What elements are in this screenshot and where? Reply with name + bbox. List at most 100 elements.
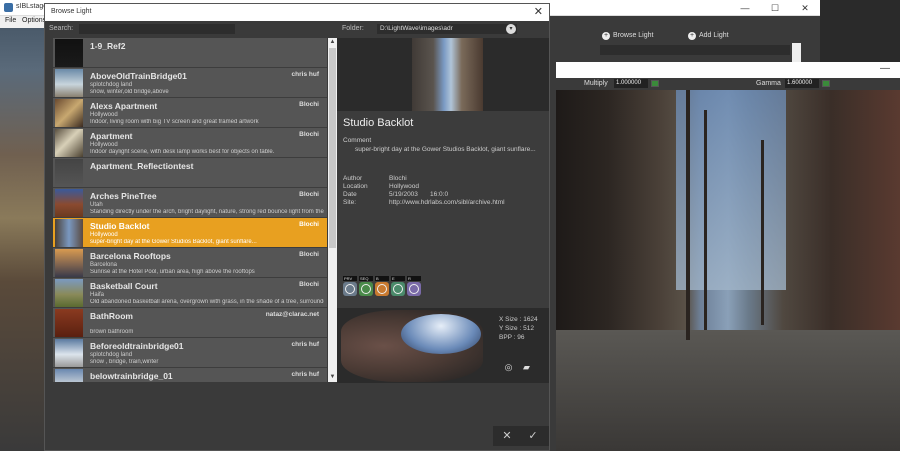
item-author: Blochi (299, 251, 319, 258)
badge-icon (407, 282, 421, 296)
background-preview-strip (0, 28, 44, 451)
item-name: AboveOldTrainBridge01 (90, 71, 187, 81)
item-description: snow , bridge, train,winter (90, 359, 159, 365)
minimize-icon[interactable]: — (730, 0, 760, 16)
detail-thumbnail-area (337, 38, 549, 111)
app-icon (4, 3, 13, 12)
close-icon[interactable]: ✕ (534, 5, 543, 18)
item-description: brown bathroom (90, 329, 134, 335)
badge-r[interactable]: R (407, 276, 421, 298)
item-thumbnail (55, 129, 83, 157)
item-thumbnail (55, 279, 83, 307)
list-item[interactable]: Barcelona Rooftops Blochi Barcelona Sunrise… (53, 248, 327, 278)
folder-label: Folder: (342, 25, 364, 32)
item-name: Apartment_Reflectiontest (90, 161, 194, 171)
badge-b[interactable]: B (375, 276, 389, 298)
menu-options[interactable]: Options (22, 17, 46, 24)
browse-light-button[interactable]: + Browse Light (602, 32, 653, 42)
badge-prv[interactable]: PRV (343, 276, 357, 298)
list-item[interactable]: BathRoom nataz@clarac.net brown bathroom (53, 308, 327, 338)
badge-icon (359, 282, 373, 296)
site-link[interactable]: http://www.hdrlabs.com/sibl/archive.html (389, 199, 505, 206)
plus-icon: + (602, 32, 610, 40)
scroll-up-icon[interactable]: ▲ (328, 38, 337, 47)
light-list-scrollbar[interactable] (792, 43, 801, 63)
cancel-button[interactable]: ✕ (499, 429, 515, 443)
location-label: Location (343, 183, 368, 190)
item-description: Standing directly under the arch, bright… (90, 209, 324, 215)
multiply-swatch[interactable] (651, 80, 659, 87)
list-item[interactable]: belowtrainbridge_01chris hufsplotchdog l… (53, 368, 327, 382)
detail-thumbnail (412, 38, 483, 111)
item-description: super-bright day at the Gower Studios Ba… (90, 239, 257, 245)
badge-seq[interactable]: SEQ (359, 276, 373, 298)
list-item[interactable]: Apartment_Reflectiontest (53, 158, 327, 188)
item-author: chris huf (291, 341, 319, 348)
multiply-input[interactable]: 1.000000 (614, 79, 648, 88)
multiply-label: Multiply (584, 80, 608, 87)
light-list-field[interactable] (600, 45, 790, 55)
panorama-image (341, 310, 483, 382)
item-author: nataz@clarac.net (265, 311, 319, 318)
date-label: Date (343, 191, 357, 198)
search-label: Search: (49, 25, 74, 32)
list-item[interactable]: Basketball Court Blochi Haifa Old abandoned… (53, 278, 327, 308)
item-author: Blochi (299, 191, 319, 198)
item-location: Utah (90, 202, 103, 208)
gamma-label: Gamma (756, 80, 781, 87)
item-location: Haifa (90, 292, 105, 298)
list-item[interactable]: Arches PineTree Blochi Utah Standing direct… (53, 188, 327, 218)
item-author: chris huf (291, 71, 319, 78)
chevron-down-icon[interactable]: ▾ (506, 24, 516, 34)
detail-title: Studio Backlot (343, 117, 414, 129)
item-description: Sunrise at the Hotel Pool, urban area, h… (90, 269, 255, 275)
author-value: Blochi (389, 175, 407, 182)
item-thumbnail (55, 339, 83, 367)
close-icon[interactable]: ✕ (790, 0, 820, 16)
x-size: X Size : 1624 (499, 316, 538, 323)
preview-sky (676, 90, 786, 290)
maximize-icon[interactable]: ☐ (760, 0, 790, 16)
globe-icon[interactable]: ◎ (503, 362, 514, 373)
badge-label: B (375, 276, 389, 281)
scroll-down-icon[interactable]: ▼ (328, 373, 337, 382)
list-item[interactable]: Beforeoldtrainbridge01 chris huf splotchdo… (53, 338, 327, 368)
item-location: Hollywood (90, 112, 118, 118)
list-item[interactable]: Alexs Apartment Blochi Hollywood Indoor, li… (53, 98, 327, 128)
folder-select[interactable]: D:\LightWave\images\adr (377, 24, 517, 34)
item-name: Studio Backlot (90, 221, 150, 231)
dialog-titlebar: Browse Light ✕ (45, 4, 549, 21)
add-light-button[interactable]: + Add Light (688, 32, 729, 42)
badge-label: E (391, 276, 405, 281)
gamma-input[interactable]: 1.600000 (785, 79, 819, 88)
item-name: Basketball Court (90, 281, 158, 291)
browse-light-dialog: Browse Light ✕ Search: Folder: D:\LightW… (44, 3, 550, 451)
pole (686, 90, 690, 340)
ok-button[interactable]: ✓ (525, 429, 541, 443)
scroll-thumb[interactable] (329, 48, 336, 248)
badge-e[interactable]: E (391, 276, 405, 298)
gamma-swatch[interactable] (822, 80, 830, 87)
item-location: splotchdog land (90, 352, 133, 358)
comment-text: super-bright day at the Gower Studios Ba… (355, 146, 536, 153)
item-thumbnail (55, 99, 83, 127)
dialog-title: Browse Light (51, 8, 92, 15)
footer-buttons: ✕ ✓ (493, 426, 549, 446)
search-input[interactable] (79, 24, 235, 34)
minimize-icon[interactable]: — (880, 62, 890, 76)
cube-icon[interactable]: ▰ (521, 362, 532, 373)
menu-bar: File Options (0, 16, 46, 28)
app-title: sIBLstage (16, 3, 48, 10)
item-thumbnail (55, 219, 83, 247)
list-item[interactable]: 1-9_Ref2 (53, 38, 327, 68)
menu-file[interactable]: File (5, 17, 16, 24)
item-author: chris huf (291, 371, 319, 378)
item-author: Blochi (299, 101, 319, 108)
item-name: Arches PineTree (90, 191, 157, 201)
plus-icon: + (688, 32, 696, 40)
list-item[interactable]: Studio Backlot Blochi Hollywood super-brigh… (53, 218, 327, 248)
list-item[interactable]: AboveOldTrainBridge01 chris huf splotchdog… (53, 68, 327, 98)
list-scrollbar[interactable]: ▲ ▼ (328, 38, 337, 382)
item-location: splotchdog land (90, 82, 133, 88)
list-item[interactable]: Apartment Blochi Hollywood Indoor daylight … (53, 128, 327, 158)
